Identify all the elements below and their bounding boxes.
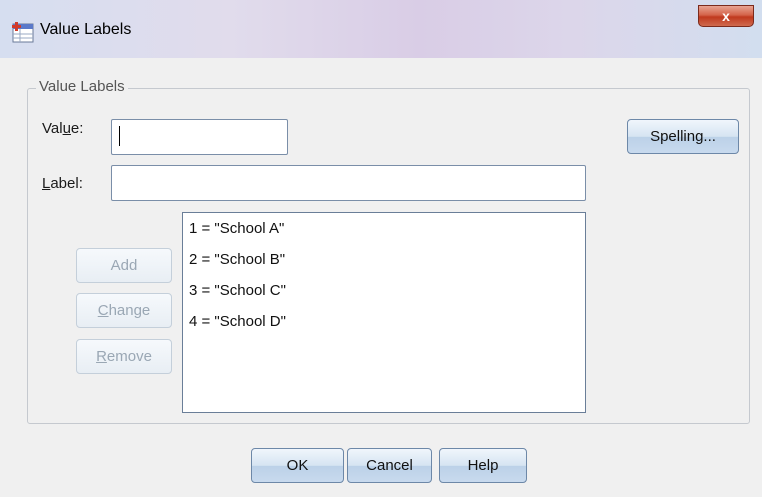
spss-value-labels-icon (12, 22, 34, 43)
add-button[interactable]: Add (76, 248, 172, 283)
value-label: Value: (42, 120, 84, 137)
group-legend: Value Labels (36, 78, 128, 95)
window-title: Value Labels (40, 21, 132, 38)
help-button[interactable]: Help (439, 448, 527, 483)
value-labels-list[interactable]: 1 = "School A" 2 = "School B" 3 = "Schoo… (182, 212, 586, 413)
text-caret (119, 126, 120, 146)
label-label: Label: (42, 175, 83, 192)
ok-button[interactable]: OK (251, 448, 344, 483)
remove-button[interactable]: Remove (76, 339, 172, 374)
list-item[interactable]: 4 = "School D" (183, 306, 585, 337)
dialog-body: Value Labels Value: Label: Spelling... A… (0, 58, 762, 497)
change-button[interactable]: Change (76, 293, 172, 328)
value-input[interactable] (111, 119, 288, 155)
list-item[interactable]: 3 = "School C" (183, 275, 585, 306)
list-item[interactable]: 1 = "School A" (183, 213, 585, 244)
spelling-button[interactable]: Spelling... (627, 119, 739, 154)
close-button[interactable]: x (698, 5, 754, 27)
label-input[interactable] (111, 165, 586, 201)
close-icon: x (722, 8, 730, 24)
cancel-button[interactable]: Cancel (347, 448, 432, 483)
list-item[interactable]: 2 = "School B" (183, 244, 585, 275)
title-bar[interactable]: Value Labels x (0, 0, 762, 58)
